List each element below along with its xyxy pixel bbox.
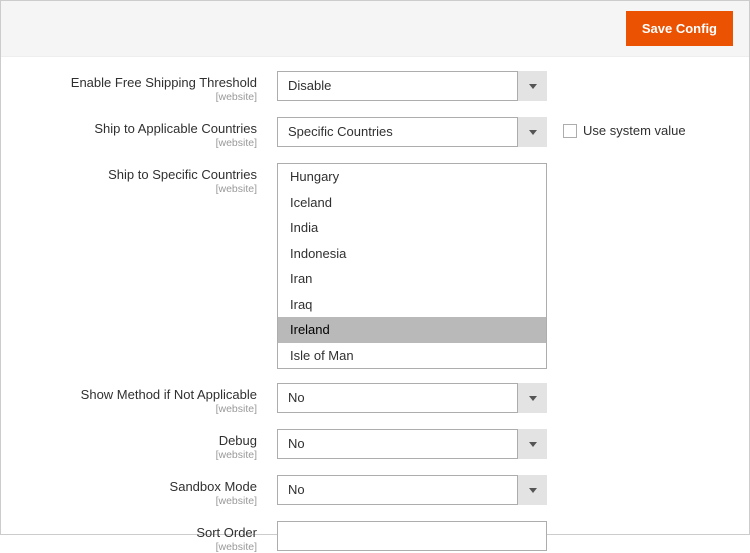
field-label: Sandbox Mode	[17, 479, 257, 494]
use-system-value-label: Use system value	[583, 123, 686, 138]
scope-label: [website]	[17, 541, 257, 553]
row-ship-specific: Ship to Specific Countries [website] Hun…	[17, 163, 733, 369]
chevron-down-icon	[517, 383, 547, 413]
select-value: No	[277, 429, 547, 459]
field-label: Ship to Applicable Countries	[17, 121, 257, 136]
select-value: No	[277, 475, 547, 505]
field-label: Debug	[17, 433, 257, 448]
field-label: Enable Free Shipping Threshold	[17, 75, 257, 90]
field-col: HungaryIcelandIndiaIndonesiaIranIraqIrel…	[277, 163, 547, 369]
use-system-value-checkbox[interactable]	[563, 124, 577, 138]
country-option[interactable]: Iraq	[278, 292, 546, 318]
field-label: Show Method if Not Applicable	[17, 387, 257, 402]
use-system-value-wrap: Use system value	[547, 117, 686, 138]
select-value: No	[277, 383, 547, 413]
scope-label: [website]	[17, 403, 257, 415]
config-frame: Save Config Enable Free Shipping Thresho…	[0, 0, 750, 535]
field-col: No	[277, 429, 547, 459]
ship-applicable-select[interactable]: Specific Countries	[277, 117, 547, 147]
scope-label: [website]	[17, 91, 257, 103]
label-col: Show Method if Not Applicable [website]	[17, 383, 277, 415]
sandbox-select[interactable]: No	[277, 475, 547, 505]
select-value: Specific Countries	[277, 117, 547, 147]
chevron-down-icon	[517, 117, 547, 147]
free-shipping-threshold-select[interactable]: Disable	[277, 71, 547, 101]
country-option[interactable]: Israel	[278, 368, 546, 369]
label-col: Enable Free Shipping Threshold [website]	[17, 71, 277, 103]
save-button[interactable]: Save Config	[626, 11, 733, 46]
label-col: Debug [website]	[17, 429, 277, 461]
field-col: Specific Countries	[277, 117, 547, 147]
chevron-down-icon	[517, 475, 547, 505]
label-col: Ship to Specific Countries [website]	[17, 163, 277, 195]
row-sort-order: Sort Order [website]	[17, 521, 733, 553]
scope-label: [website]	[17, 449, 257, 461]
row-ship-applicable: Ship to Applicable Countries [website] S…	[17, 117, 733, 149]
debug-select[interactable]: No	[277, 429, 547, 459]
sort-order-input[interactable]	[277, 521, 547, 551]
field-label: Ship to Specific Countries	[17, 167, 257, 182]
country-option[interactable]: Indonesia	[278, 241, 546, 267]
row-sandbox: Sandbox Mode [website] No	[17, 475, 733, 507]
show-method-select[interactable]: No	[277, 383, 547, 413]
field-label: Sort Order	[17, 525, 257, 540]
country-option[interactable]: Iran	[278, 266, 546, 292]
scope-label: [website]	[17, 183, 257, 195]
country-option[interactable]: Iceland	[278, 190, 546, 216]
country-option[interactable]: Hungary	[278, 164, 546, 190]
label-col: Ship to Applicable Countries [website]	[17, 117, 277, 149]
label-col: Sandbox Mode [website]	[17, 475, 277, 507]
label-col: Sort Order [website]	[17, 521, 277, 553]
field-col: No	[277, 383, 547, 413]
chevron-down-icon	[517, 429, 547, 459]
row-show-method: Show Method if Not Applicable [website] …	[17, 383, 733, 415]
row-free-shipping-threshold: Enable Free Shipping Threshold [website]…	[17, 71, 733, 103]
ship-specific-multiselect[interactable]: HungaryIcelandIndiaIndonesiaIranIraqIrel…	[277, 163, 547, 369]
country-option[interactable]: India	[278, 215, 546, 241]
field-col: Disable	[277, 71, 547, 101]
header-bar: Save Config	[1, 1, 749, 57]
scope-label: [website]	[17, 495, 257, 507]
field-col: No	[277, 475, 547, 505]
country-option[interactable]: Ireland	[278, 317, 546, 343]
country-option[interactable]: Isle of Man	[278, 343, 546, 369]
row-debug: Debug [website] No	[17, 429, 733, 461]
select-value: Disable	[277, 71, 547, 101]
field-col	[277, 521, 547, 551]
scope-label: [website]	[17, 137, 257, 149]
chevron-down-icon	[517, 71, 547, 101]
form-content: Enable Free Shipping Threshold [website]…	[1, 57, 749, 553]
